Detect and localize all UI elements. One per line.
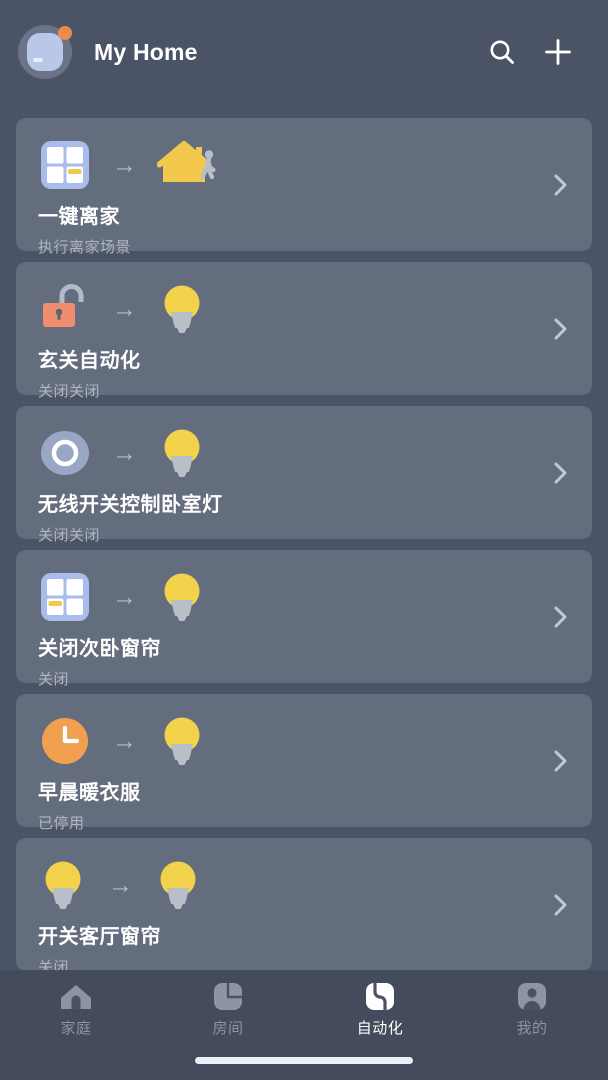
add-button[interactable] xyxy=(536,30,580,74)
arrow-right-icon: → xyxy=(108,870,133,899)
automation-list[interactable]: → 一键离家 执行离家场景 → 玄关自动化 关闭关闭 → 无线开关控制卧室灯 关… xyxy=(0,104,608,1080)
arrow-right-icon: → xyxy=(112,438,137,467)
lightbulb-icon xyxy=(164,573,200,621)
chevron-right-icon[interactable] xyxy=(552,458,570,488)
automation-subtitle: 关闭关闭 xyxy=(38,527,101,544)
curtain-panel-icon xyxy=(41,141,89,189)
automation-title: 开关客厅窗帘 xyxy=(38,926,161,948)
automation-icons: → xyxy=(38,136,572,194)
search-icon xyxy=(490,40,514,64)
list-item[interactable]: → 一键离家 执行离家场景 xyxy=(16,118,592,256)
nav-item-profile[interactable]: 我的 xyxy=(456,982,608,1038)
home-indicator xyxy=(195,1057,413,1064)
list-item[interactable]: → 关闭次卧窗帘 关闭 xyxy=(16,550,592,688)
list-item[interactable]: → 早晨暖衣服 已停用 xyxy=(16,694,592,832)
automation-title: 一键离家 xyxy=(38,206,120,228)
page-title: My Home xyxy=(94,38,198,65)
arrow-right-icon: → xyxy=(112,726,137,755)
lightbulb-icon xyxy=(45,861,81,909)
avatar-face xyxy=(27,33,63,71)
lightbulb-icon xyxy=(164,429,200,477)
plus-icon xyxy=(545,39,571,65)
nav-item-rooms[interactable]: 房间 xyxy=(152,982,304,1038)
automation-title: 关闭次卧窗帘 xyxy=(38,638,161,660)
arrow-right-icon: → xyxy=(112,582,137,611)
unlocked-padlock-icon xyxy=(43,284,84,327)
nav-label: 家庭 xyxy=(60,1020,92,1037)
automation-subtitle: 执行离家场景 xyxy=(38,239,132,256)
nav-item-home[interactable]: 家庭 xyxy=(0,982,152,1038)
nav-label: 我的 xyxy=(516,1020,548,1037)
arrow-right-icon: → xyxy=(112,150,137,179)
leave-home-icon xyxy=(157,141,216,182)
chevron-right-icon[interactable] xyxy=(552,890,570,920)
automation-icons: → xyxy=(38,568,572,626)
automation-icon xyxy=(366,982,394,1012)
nav-item-automation[interactable]: 自动化 xyxy=(304,982,456,1038)
lightbulb-icon xyxy=(164,285,200,333)
automation-icons: → xyxy=(38,424,572,482)
chevron-right-icon[interactable] xyxy=(552,602,570,632)
chevron-right-icon[interactable] xyxy=(552,314,570,344)
chevron-right-icon[interactable] xyxy=(552,746,570,776)
wireless-switch-icon xyxy=(41,431,89,475)
automation-subtitle: 已停用 xyxy=(38,815,85,832)
profile-icon xyxy=(518,983,546,1010)
automation-title: 无线开关控制卧室灯 xyxy=(38,494,223,516)
bottom-navigation: 家庭 房间 自动化 我的 xyxy=(0,970,608,1080)
automation-title: 玄关自动化 xyxy=(38,350,141,372)
automation-icons: → xyxy=(38,712,572,770)
list-item[interactable]: → 玄关自动化 关闭关闭 xyxy=(16,262,592,400)
nav-label: 房间 xyxy=(212,1020,244,1037)
clock-icon xyxy=(42,718,88,764)
app-root: My Home → 一键离家 执行离家场景 → 玄关自动化 关闭关闭 → 无线开… xyxy=(0,0,608,1080)
chevron-right-icon[interactable] xyxy=(552,170,570,200)
arrow-right-icon: → xyxy=(112,294,137,323)
list-item[interactable]: → 无线开关控制卧室灯 关闭关闭 xyxy=(16,406,592,544)
automation-title: 早晨暖衣服 xyxy=(38,782,141,804)
avatar[interactable] xyxy=(18,25,72,79)
avatar-mouth xyxy=(33,58,43,62)
automation-subtitle: 关闭 xyxy=(38,671,70,688)
lightbulb-icon xyxy=(164,717,200,765)
curtain-panel-icon xyxy=(41,573,89,621)
list-item[interactable]: → 开关客厅窗帘 关闭 xyxy=(16,838,592,976)
nav-label: 自动化 xyxy=(356,1020,404,1037)
app-header: My Home xyxy=(0,0,608,104)
automation-icons: → xyxy=(38,856,572,914)
automation-subtitle: 关闭关闭 xyxy=(38,383,101,400)
automation-icons: → xyxy=(38,280,572,338)
rooms-icon xyxy=(214,983,242,1010)
notification-badge-icon xyxy=(58,26,72,40)
home-icon xyxy=(61,985,91,1009)
lightbulb-icon xyxy=(160,861,196,909)
search-button[interactable] xyxy=(480,30,524,74)
